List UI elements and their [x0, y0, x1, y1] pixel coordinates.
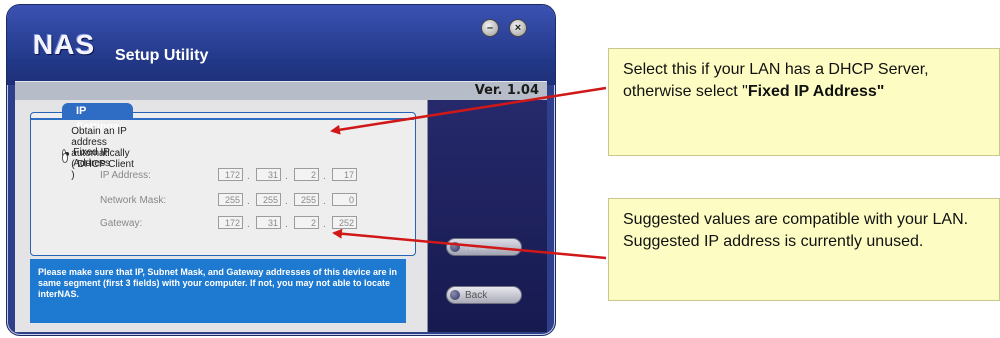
- gateway-octet-2[interactable]: 31: [256, 216, 281, 229]
- app-title: Setup Utility: [115, 47, 209, 64]
- suggested-values-callout-text: Suggested values are compatible with you…: [623, 211, 969, 250]
- fixed-ip-radio-label: Fixed IP Address: [73, 147, 110, 169]
- ip-dot: .: [285, 219, 288, 230]
- back-button-label: Back: [465, 289, 488, 301]
- gateway-octet-4[interactable]: 252: [332, 216, 357, 229]
- title-bar[interactable]: NAS Setup Utility – ×: [7, 5, 555, 85]
- next-button-label: Next: [465, 241, 486, 253]
- ip-address-octet-2[interactable]: 31: [256, 168, 281, 181]
- ip-dot: .: [285, 171, 288, 182]
- ip-address-octet-3[interactable]: 2: [294, 168, 319, 181]
- ip-address-octet-1[interactable]: 172: [218, 168, 243, 181]
- ip-dot: .: [323, 196, 326, 207]
- suggested-values-callout: Suggested values are compatible with you…: [608, 198, 1000, 301]
- fixed-ip-radio-option[interactable]: Fixed IP Address: [62, 147, 114, 169]
- app-brand-logo: NAS: [33, 29, 96, 60]
- ip-dot: .: [323, 219, 326, 230]
- back-button[interactable]: Back: [446, 286, 522, 304]
- minimize-icon[interactable]: –: [481, 19, 499, 37]
- close-icon[interactable]: ×: [509, 19, 527, 37]
- version-label: Ver. 1.04: [474, 83, 539, 98]
- network-mask-label: Network Mask:: [100, 195, 167, 206]
- ip-dot: .: [247, 196, 250, 207]
- version-bar: Ver. 1.04: [15, 81, 547, 101]
- network-mask-octet-2[interactable]: 255: [256, 193, 281, 206]
- next-button[interactable]: Next: [446, 238, 522, 256]
- next-circle-icon: [450, 242, 460, 252]
- dhcp-callout: Select this if your LAN has a DHCP Serve…: [608, 48, 1000, 156]
- network-mask-octet-1[interactable]: 255: [218, 193, 243, 206]
- ip-settings-legend: IP Settings: [62, 103, 134, 133]
- gateway-label: Gateway:: [100, 218, 143, 229]
- dhcp-callout-bold: Fixed IP Address": [747, 83, 885, 100]
- gateway-octet-3[interactable]: 2: [294, 216, 319, 229]
- fixed-ip-radio-button[interactable]: [62, 153, 69, 163]
- ip-dot: .: [323, 171, 326, 182]
- network-mask-octet-3[interactable]: 255: [294, 193, 319, 206]
- gateway-octet-1[interactable]: 172: [218, 216, 243, 229]
- ip-dot: .: [247, 171, 250, 182]
- ip-address-label: IP Address:: [100, 170, 151, 181]
- back-circle-icon: [450, 290, 460, 300]
- info-note: Please make sure that IP, Subnet Mask, a…: [30, 259, 406, 323]
- ip-address-octet-4[interactable]: 17: [332, 168, 357, 181]
- ip-dot: .: [247, 219, 250, 230]
- network-mask-octet-4[interactable]: 0: [332, 193, 357, 206]
- ip-dot: .: [285, 196, 288, 207]
- legend-divider: [31, 118, 414, 120]
